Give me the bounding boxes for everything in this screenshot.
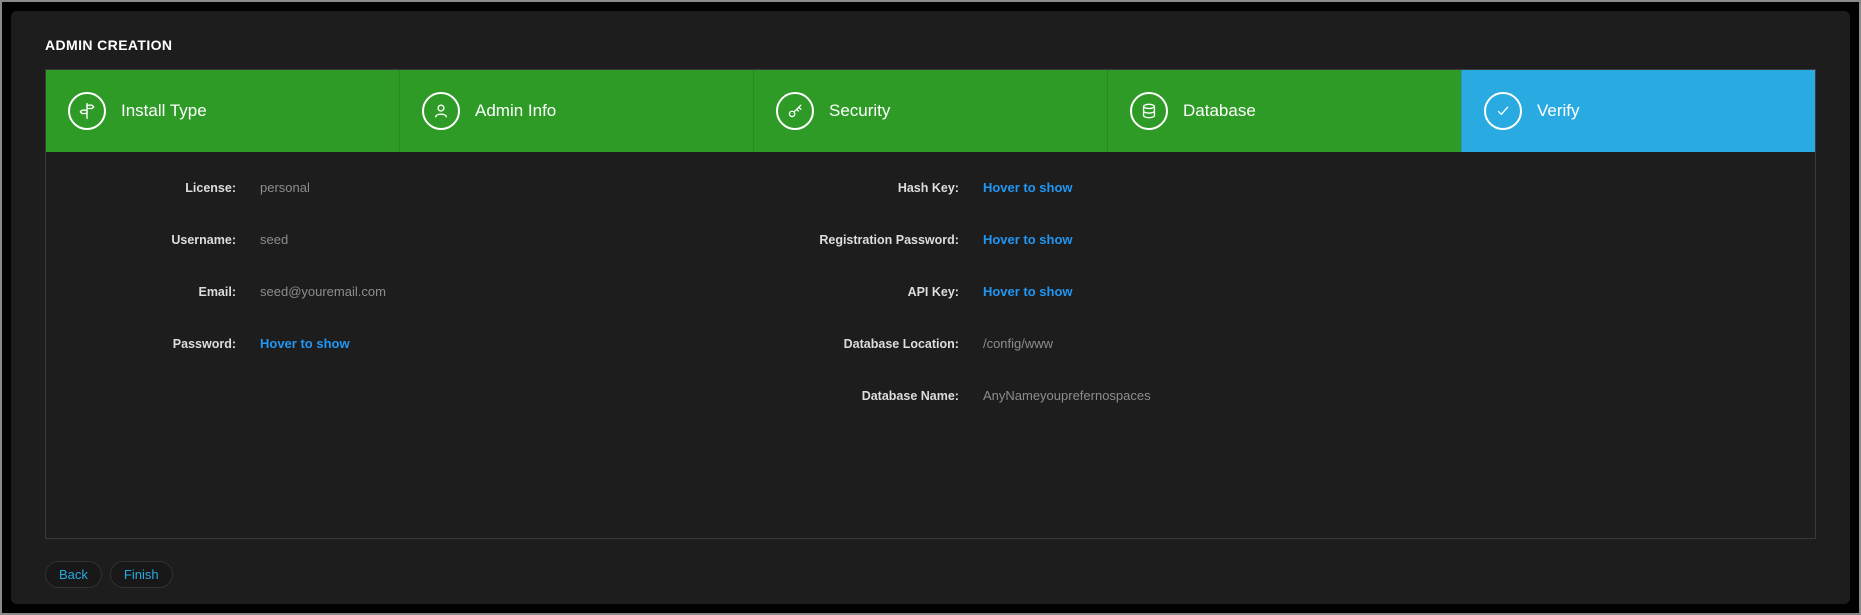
summary-left-column: License: personal Username: seed Email: … xyxy=(46,180,789,538)
field-label: Password: xyxy=(46,336,236,352)
field-row-username: Username: seed xyxy=(46,232,789,248)
field-value: seed@youremail.com xyxy=(260,284,386,300)
field-row-api-key: API Key: Hover to show xyxy=(789,284,1815,300)
step-security[interactable]: Security xyxy=(753,70,1107,152)
wizard-stepper: Install Type Admin Info xyxy=(46,70,1815,152)
admin-creation-panel: ADMIN CREATION Install Type xyxy=(11,11,1850,604)
step-admin-info[interactable]: Admin Info xyxy=(399,70,753,152)
database-icon xyxy=(1130,92,1168,130)
step-label: Verify xyxy=(1537,101,1580,121)
step-verify[interactable]: Verify xyxy=(1461,70,1815,152)
step-label: Security xyxy=(829,101,890,121)
field-label: License: xyxy=(46,180,236,196)
screen: ADMIN CREATION Install Type xyxy=(0,0,1861,615)
hover-to-show-value[interactable]: Hover to show xyxy=(983,284,1073,300)
verify-summary: License: personal Username: seed Email: … xyxy=(46,152,1815,538)
field-label: Database Location: xyxy=(789,336,959,352)
field-row-hash-key: Hash Key: Hover to show xyxy=(789,180,1815,196)
field-value: /config/www xyxy=(983,336,1053,352)
field-label: Email: xyxy=(46,284,236,300)
field-row-password: Password: Hover to show xyxy=(46,336,789,352)
check-icon xyxy=(1484,92,1522,130)
step-install-type[interactable]: Install Type xyxy=(46,70,399,152)
hover-to-show-value[interactable]: Hover to show xyxy=(260,336,350,352)
field-value: seed xyxy=(260,232,288,248)
step-label: Admin Info xyxy=(475,101,556,121)
signpost-icon xyxy=(68,92,106,130)
field-row-database-name: Database Name: AnyNameyouprefernospaces xyxy=(789,388,1815,404)
step-label: Database xyxy=(1183,101,1256,121)
back-button[interactable]: Back xyxy=(45,561,102,588)
wizard-actions: Back Finish xyxy=(45,561,1816,588)
field-label: Database Name: xyxy=(789,388,959,404)
field-value: AnyNameyouprefernospaces xyxy=(983,388,1151,404)
field-label: Registration Password: xyxy=(789,232,959,248)
key-icon xyxy=(776,92,814,130)
field-row-database-location: Database Location: /config/www xyxy=(789,336,1815,352)
hover-to-show-value[interactable]: Hover to show xyxy=(983,232,1073,248)
field-label: Username: xyxy=(46,232,236,248)
user-icon xyxy=(422,92,460,130)
hover-to-show-value[interactable]: Hover to show xyxy=(983,180,1073,196)
field-label: API Key: xyxy=(789,284,959,300)
step-database[interactable]: Database xyxy=(1107,70,1461,152)
field-row-email: Email: seed@youremail.com xyxy=(46,284,789,300)
field-label: Hash Key: xyxy=(789,180,959,196)
page-title: ADMIN CREATION xyxy=(45,37,1816,53)
field-row-license: License: personal xyxy=(46,180,789,196)
field-row-registration-password: Registration Password: Hover to show xyxy=(789,232,1815,248)
wizard-content-box: Install Type Admin Info xyxy=(45,69,1816,539)
step-label: Install Type xyxy=(121,101,207,121)
finish-button[interactable]: Finish xyxy=(110,561,173,588)
summary-right-column: Hash Key: Hover to show Registration Pas… xyxy=(789,180,1815,538)
field-value: personal xyxy=(260,180,310,196)
